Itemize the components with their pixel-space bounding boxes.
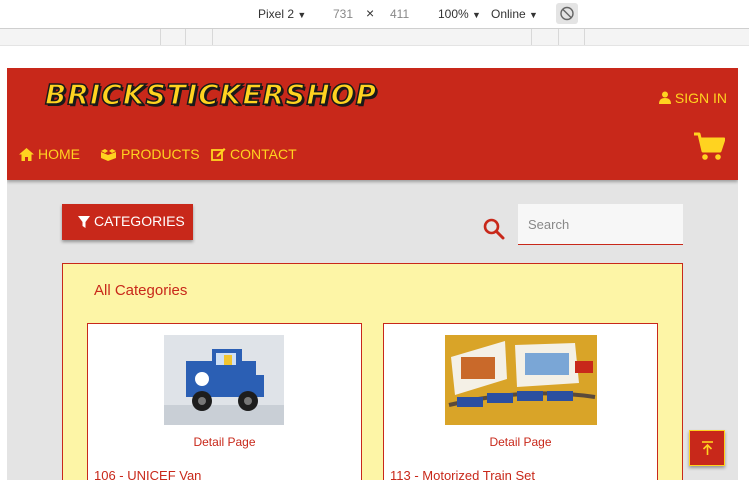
arrow-up-icon xyxy=(702,441,713,455)
unicef-van-image xyxy=(164,335,284,425)
home-icon xyxy=(19,148,34,161)
search-icon xyxy=(483,218,505,240)
dimension-separator: × xyxy=(366,5,375,21)
site-logo[interactable]: BRICKSTICKERSHOP xyxy=(44,77,377,112)
rotate-icon xyxy=(560,6,574,21)
detail-page-link[interactable]: Detail Page xyxy=(88,435,361,449)
boxes-icon xyxy=(101,149,116,161)
categories-button[interactable]: CATEGORIES xyxy=(62,204,193,240)
site-page: BRICKSTICKERSHOP SIGN IN HOME PRODUCTS C… xyxy=(7,68,738,480)
cart-button[interactable] xyxy=(693,132,726,166)
sign-in-label: SIGN IN xyxy=(674,90,728,106)
filter-icon xyxy=(78,216,90,228)
search-button[interactable] xyxy=(483,218,505,244)
detail-page-link[interactable]: Detail Page xyxy=(384,435,657,449)
categories-panel: All Categories Detail Page 106 - UNICEF … xyxy=(62,263,683,480)
shopping-cart-icon xyxy=(694,132,726,160)
categories-button-label: CATEGORIES xyxy=(94,213,185,229)
train-set-image xyxy=(445,335,597,425)
zoom-select[interactable]: 100% ▼ xyxy=(438,7,481,21)
category-card[interactable]: Detail Page 106 - UNICEF Van xyxy=(87,323,362,480)
user-icon xyxy=(659,91,671,104)
device-toolbar: Pixel 2 ▼ 731 × 411 100% ▼ Online ▼ xyxy=(0,0,749,29)
category-name[interactable]: 113 - Motorized Train Set xyxy=(390,468,535,480)
section-title: All Categories xyxy=(94,282,188,299)
site-header: BRICKSTICKERSHOP SIGN IN HOME PRODUCTS C… xyxy=(7,68,738,180)
nav-products[interactable]: PRODUCTS xyxy=(100,146,200,162)
nav-home-label: HOME xyxy=(38,146,80,162)
media-query-bar[interactable] xyxy=(0,29,749,46)
edit-icon xyxy=(211,148,226,161)
nav-contact[interactable]: CONTACT xyxy=(211,146,297,162)
search-input[interactable] xyxy=(518,204,683,245)
rotate-button[interactable] xyxy=(556,3,578,24)
height-input[interactable]: 411 xyxy=(390,7,409,21)
scroll-to-top-button[interactable] xyxy=(689,430,725,466)
network-throttle-select[interactable]: Online ▼ xyxy=(491,7,538,21)
nav-home[interactable]: HOME xyxy=(19,146,80,162)
category-card[interactable]: Detail Page 113 - Motorized Train Set xyxy=(383,323,658,480)
sign-in-link[interactable]: SIGN IN xyxy=(659,90,727,106)
nav-contact-label: CONTACT xyxy=(230,146,297,162)
device-select[interactable]: Pixel 2 ▼ xyxy=(258,7,306,21)
category-name[interactable]: 106 - UNICEF Van xyxy=(94,468,201,480)
width-input[interactable]: 731 xyxy=(333,7,353,21)
nav-products-label: PRODUCTS xyxy=(121,146,200,162)
